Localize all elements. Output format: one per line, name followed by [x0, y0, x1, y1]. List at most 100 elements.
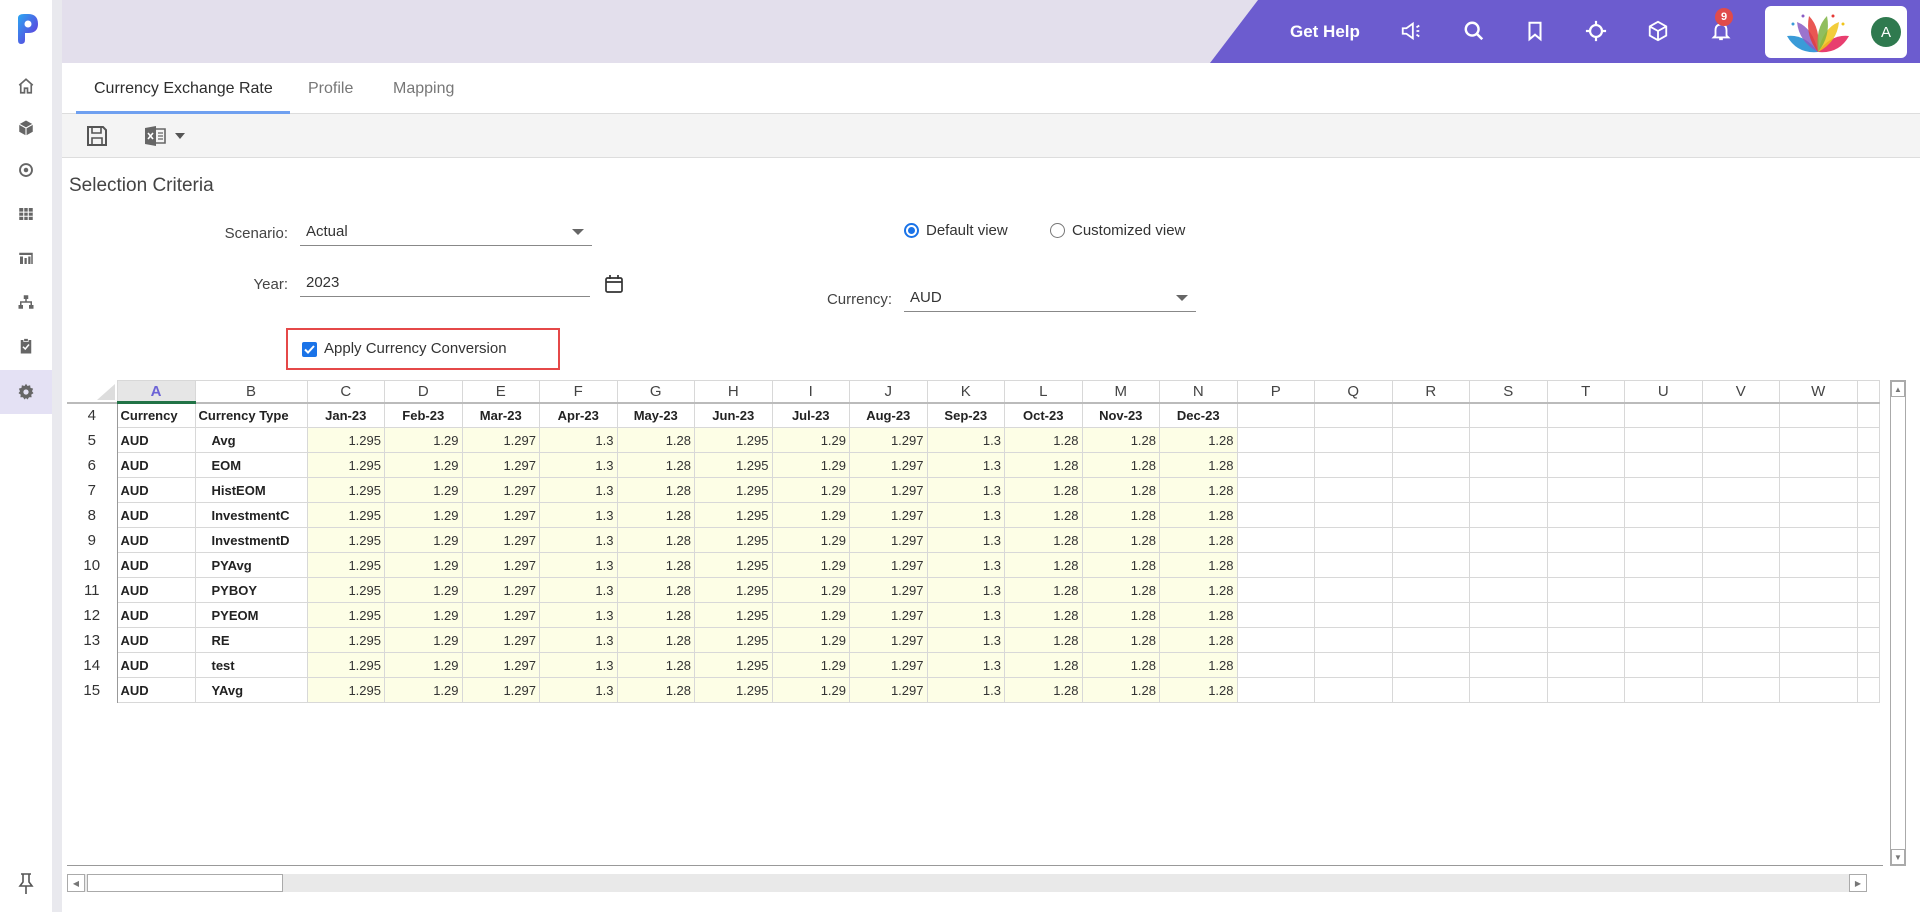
currency-cell[interactable]: AUD [116, 577, 196, 603]
rate-cell[interactable]: 1.297 [461, 677, 540, 703]
rate-cell[interactable]: 1.29 [771, 652, 850, 678]
rate-cell[interactable]: 1.28 [1081, 502, 1160, 528]
empty-cell[interactable] [1391, 677, 1470, 703]
apply-currency-conversion-checkbox[interactable] [302, 342, 317, 357]
empty-cell[interactable] [1469, 677, 1548, 703]
rate-cell[interactable]: 1.295 [306, 602, 385, 628]
rate-cell[interactable]: 1.28 [1159, 577, 1238, 603]
empty-cell[interactable] [1779, 677, 1858, 703]
empty-cell[interactable] [1624, 652, 1703, 678]
rate-cell[interactable]: 1.28 [1081, 452, 1160, 478]
rate-cell[interactable]: 1.28 [616, 452, 695, 478]
currency-type-cell[interactable]: InvestmentD [194, 527, 308, 553]
empty-cell[interactable] [1546, 677, 1625, 703]
rate-cell[interactable]: 1.295 [694, 427, 773, 453]
rate-cell[interactable]: 1.28 [1081, 627, 1160, 653]
rate-cell[interactable]: 1.295 [694, 552, 773, 578]
currency-cell[interactable]: AUD [116, 552, 196, 578]
rate-cell[interactable]: 1.3 [539, 502, 618, 528]
empty-cell[interactable] [1236, 427, 1315, 453]
currency-cell[interactable]: AUD [116, 627, 196, 653]
rate-cell[interactable]: 1.295 [306, 577, 385, 603]
rate-cell[interactable]: 1.29 [384, 627, 463, 653]
get-help-link[interactable]: Get Help [1290, 22, 1360, 42]
rate-cell[interactable]: 1.28 [1004, 552, 1083, 578]
empty-cell[interactable] [1236, 452, 1315, 478]
column-header-h[interactable]: H [694, 380, 773, 404]
focus-button[interactable] [1583, 18, 1609, 44]
empty-cell[interactable] [1624, 502, 1703, 528]
empty-cell[interactable] [1779, 427, 1858, 453]
rate-cell[interactable]: 1.297 [849, 502, 928, 528]
currency-cell[interactable]: AUD [116, 502, 196, 528]
empty-cell[interactable] [1314, 402, 1393, 428]
rate-cell[interactable]: 1.28 [1081, 677, 1160, 703]
rate-cell[interactable]: 1.295 [694, 627, 773, 653]
currency-cell[interactable]: AUD [116, 527, 196, 553]
rate-cell[interactable]: 1.297 [461, 477, 540, 503]
empty-cell[interactable] [1779, 652, 1858, 678]
empty-cell[interactable] [1391, 627, 1470, 653]
empty-cell[interactable] [1856, 427, 1880, 453]
empty-cell[interactable] [1856, 602, 1880, 628]
empty-cell[interactable] [1391, 402, 1470, 428]
rate-cell[interactable]: 1.295 [306, 527, 385, 553]
rate-cell[interactable]: 1.3 [539, 602, 618, 628]
rate-cell[interactable]: 1.28 [1159, 677, 1238, 703]
empty-cell[interactable] [1701, 477, 1780, 503]
rate-cell[interactable]: 1.3 [926, 602, 1005, 628]
empty-cell[interactable] [1314, 552, 1393, 578]
rate-cell[interactable]: 1.297 [849, 677, 928, 703]
empty-cell[interactable] [1236, 577, 1315, 603]
row-number[interactable]: 8 [67, 502, 118, 528]
scroll-down-button[interactable]: ▼ [1891, 849, 1905, 865]
currency-dropdown[interactable]: AUD [904, 286, 1196, 312]
column-title-cell[interactable]: Apr-23 [539, 402, 618, 428]
empty-cell[interactable] [1624, 677, 1703, 703]
row-number[interactable]: 4 [67, 402, 118, 428]
empty-cell[interactable] [1546, 402, 1625, 428]
rate-cell[interactable]: 1.28 [1159, 527, 1238, 553]
horizontal-scroll-thumb[interactable] [87, 874, 283, 892]
rate-cell[interactable]: 1.3 [539, 427, 618, 453]
currency-cell[interactable]: AUD [116, 427, 196, 453]
empty-cell[interactable] [1624, 602, 1703, 628]
empty-cell[interactable] [1624, 427, 1703, 453]
currency-type-cell[interactable]: PYEOM [194, 602, 308, 628]
empty-cell[interactable] [1779, 602, 1858, 628]
empty-cell[interactable] [1391, 477, 1470, 503]
vertical-scrollbar[interactable]: ▲ ▼ [1890, 380, 1906, 866]
empty-cell[interactable] [1546, 477, 1625, 503]
empty-cell[interactable] [1469, 452, 1548, 478]
row-number[interactable]: 7 [67, 477, 118, 503]
empty-cell[interactable] [1546, 452, 1625, 478]
empty-cell[interactable] [1314, 527, 1393, 553]
empty-cell[interactable] [1469, 602, 1548, 628]
empty-cell[interactable] [1469, 627, 1548, 653]
rate-cell[interactable]: 1.295 [694, 452, 773, 478]
rate-cell[interactable]: 1.295 [694, 602, 773, 628]
empty-cell[interactable] [1701, 627, 1780, 653]
column-title-cell[interactable]: May-23 [616, 402, 695, 428]
scroll-right-button[interactable]: ▶ [1849, 874, 1867, 892]
rate-cell[interactable]: 1.295 [306, 427, 385, 453]
empty-cell[interactable] [1391, 577, 1470, 603]
empty-cell[interactable] [1236, 552, 1315, 578]
empty-cell[interactable] [1701, 527, 1780, 553]
column-header-a[interactable]: A [116, 380, 196, 404]
rate-cell[interactable]: 1.28 [1159, 652, 1238, 678]
rate-cell[interactable]: 1.297 [461, 577, 540, 603]
rate-cell[interactable]: 1.297 [461, 527, 540, 553]
rate-cell[interactable]: 1.29 [384, 552, 463, 578]
empty-cell[interactable] [1391, 552, 1470, 578]
rate-cell[interactable]: 1.28 [616, 652, 695, 678]
row-number[interactable]: 12 [67, 602, 118, 628]
sidebar-item-grid[interactable] [0, 192, 52, 236]
calendar-button[interactable] [604, 274, 624, 299]
empty-cell[interactable] [1701, 502, 1780, 528]
rate-cell[interactable]: 1.28 [1081, 427, 1160, 453]
sidebar-item-target[interactable] [0, 148, 52, 192]
scroll-left-button[interactable]: ◀ [67, 874, 85, 892]
rate-cell[interactable]: 1.29 [771, 502, 850, 528]
app-logo[interactable] [16, 14, 38, 44]
